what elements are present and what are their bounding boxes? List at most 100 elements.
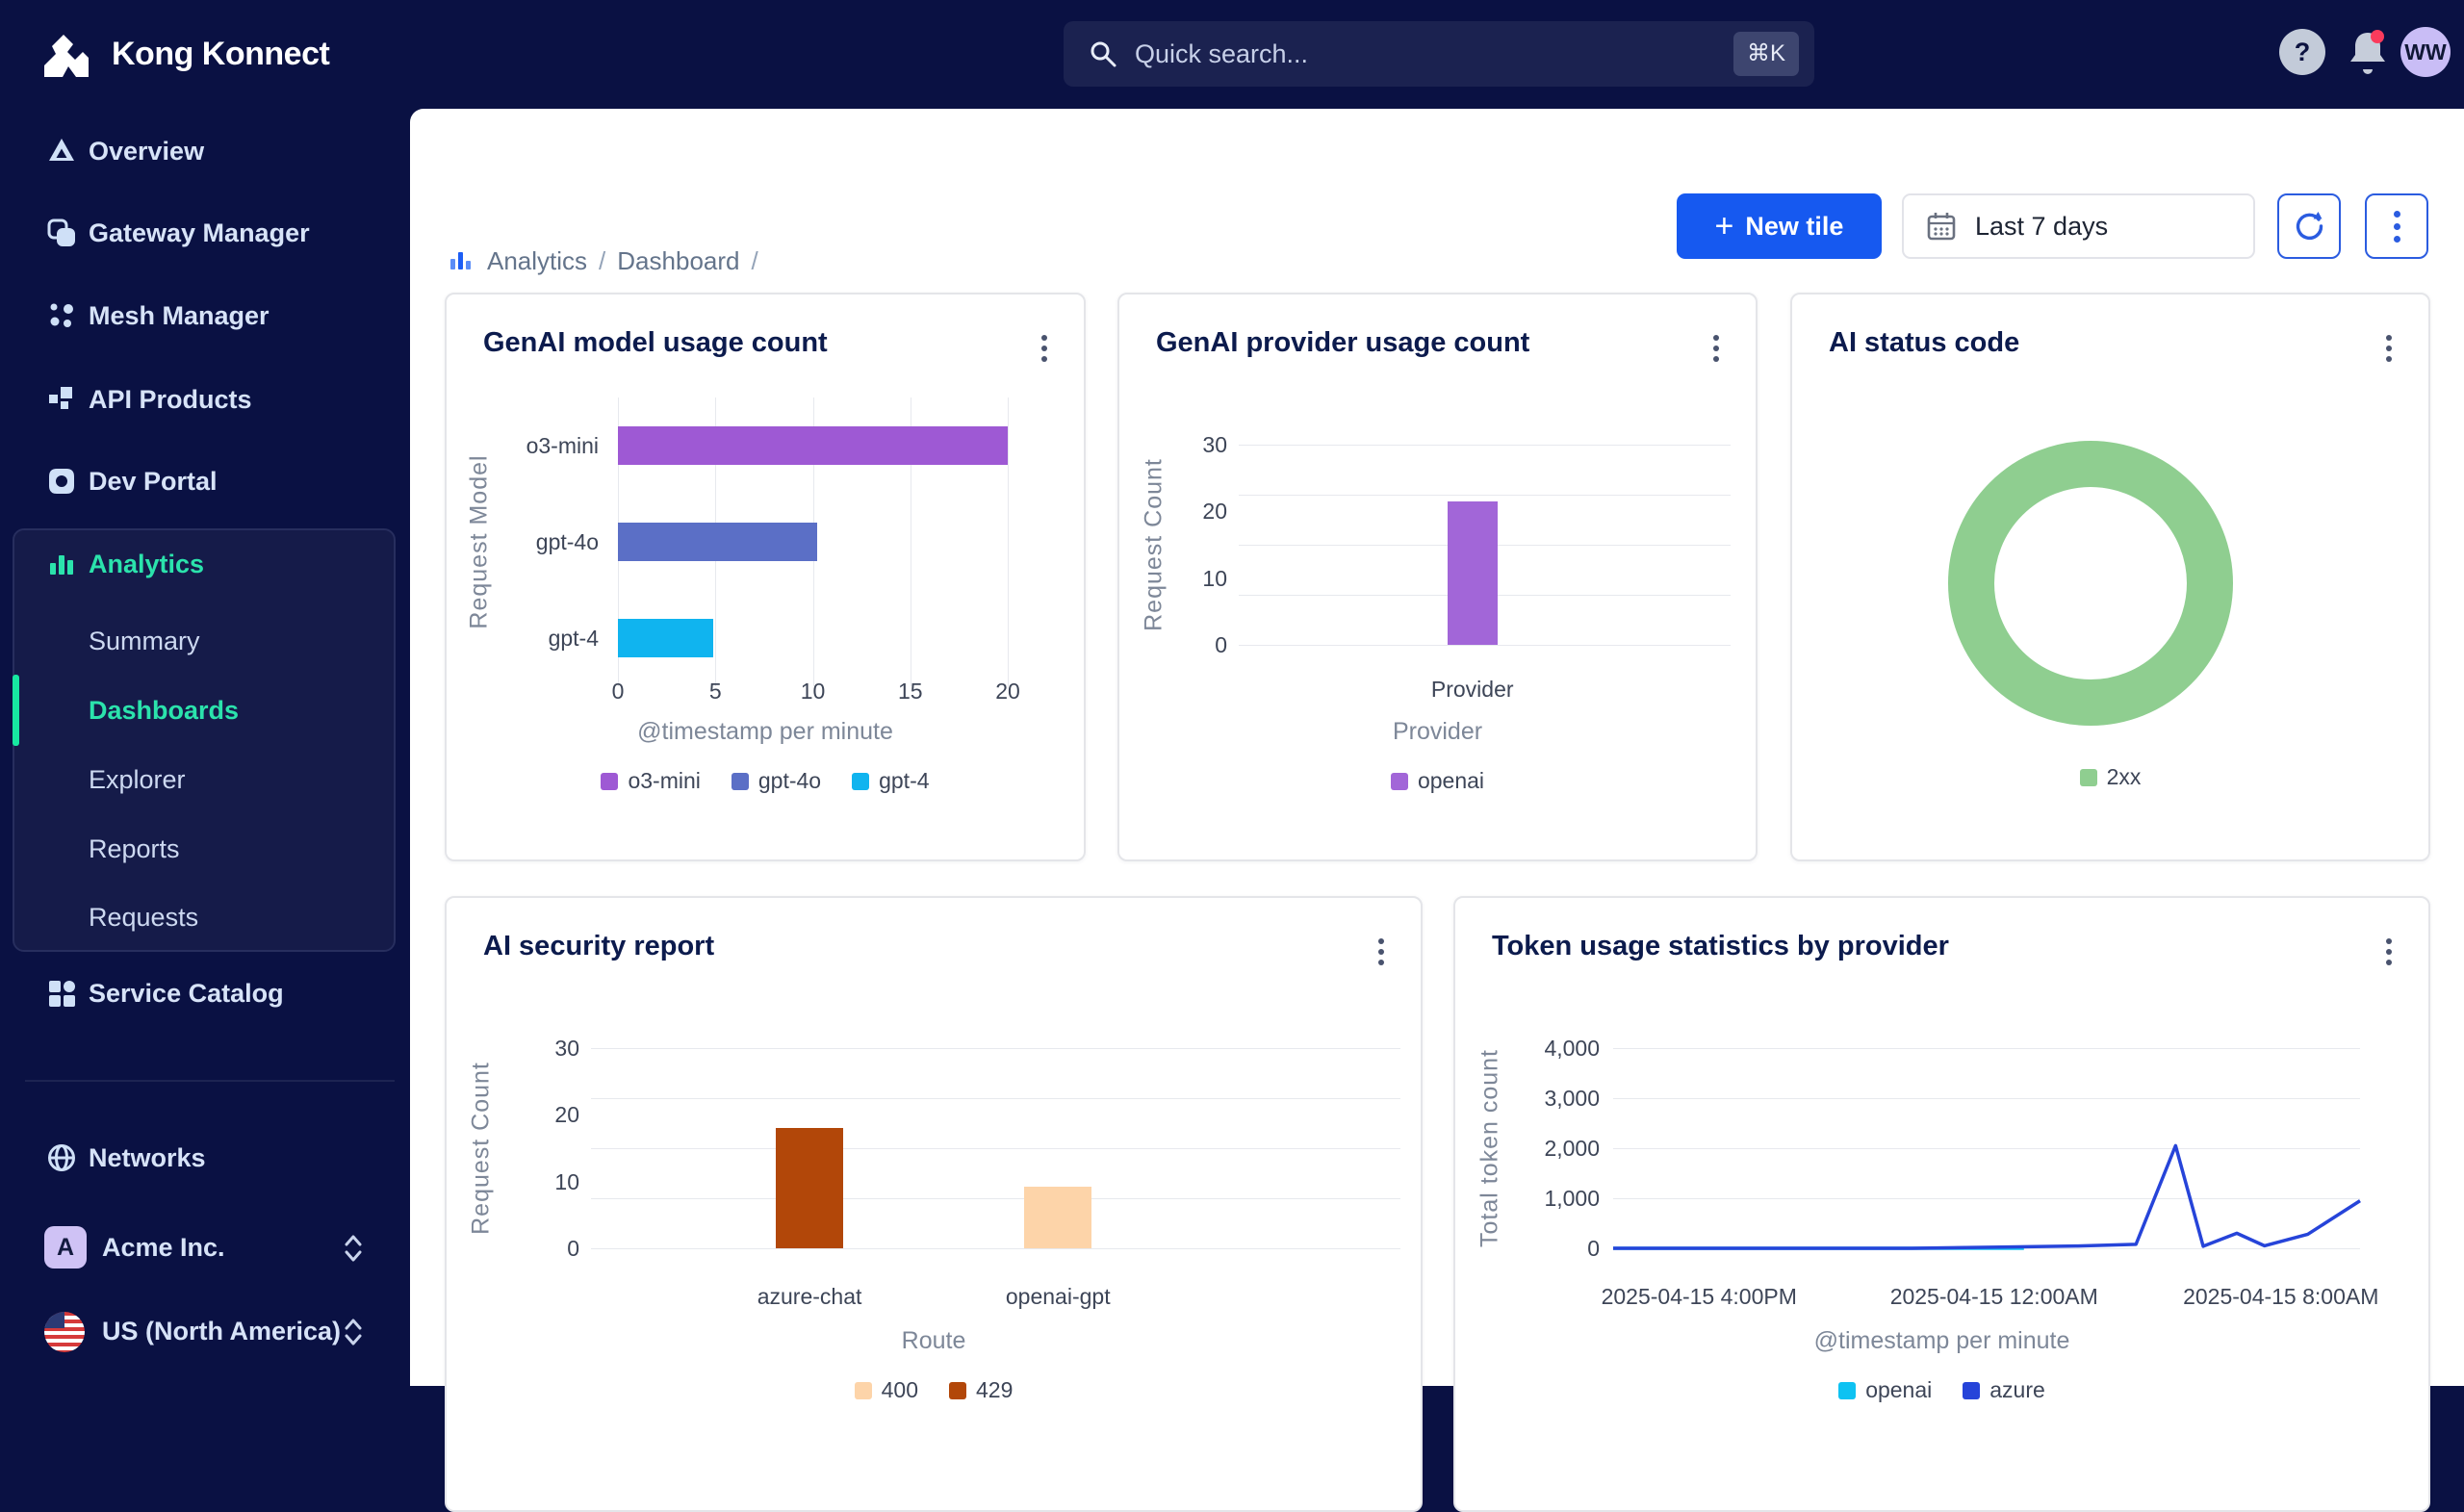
notifications-bell-icon[interactable]: [2345, 27, 2391, 77]
x-tick-label: 15: [897, 679, 923, 704]
chart-legend: 2xx: [1792, 764, 2428, 790]
card-ai-status-code: AI status code 2xx: [1790, 293, 2430, 861]
refresh-button[interactable]: [2277, 193, 2341, 259]
legend-swatch: [949, 1381, 966, 1399]
sidebar-divider: [25, 1080, 395, 1082]
x-tick-label: 0: [611, 679, 625, 704]
chart-ai-security-report: 30 20 10 0 azure-chat openai-gpt Request Count…: [447, 898, 1421, 1510]
sidebar-item-dev-portal[interactable]: Dev Portal: [0, 452, 410, 510]
sidebar-subitem-explorer[interactable]: Explorer: [0, 753, 410, 807]
gridline: [591, 1098, 1400, 1099]
bar-o3-mini: [618, 426, 1008, 465]
y-axis-title: Request Count: [1140, 458, 1168, 631]
chart-legend: openai azure: [1455, 1377, 2428, 1403]
brand-name[interactable]: Kong Konnect: [112, 29, 330, 79]
y-axis-title: Request Model: [465, 454, 493, 629]
bar-Provider: [1447, 500, 1498, 645]
bar-openai-gpt: [1024, 1186, 1092, 1248]
gridline: [1239, 495, 1731, 496]
card-genai-provider-usage: GenAI provider usage count 30 20 10 0 Provid…: [1117, 293, 1758, 861]
legend-item[interactable]: gpt-4o: [731, 768, 821, 794]
breadcrumb-separator: /: [599, 245, 606, 275]
mesh-icon: [50, 303, 73, 327]
y-tick-label: 0: [567, 1236, 579, 1261]
breadcrumb-analytics[interactable]: Analytics: [487, 246, 587, 276]
kong-gorilla-logo-icon[interactable]: [35, 23, 96, 85]
quick-search-bar[interactable]: ⌘K: [1064, 21, 1814, 87]
search-icon: [1091, 41, 1116, 67]
chart-legend: openai: [1119, 768, 1756, 794]
legend-item[interactable]: openai: [1390, 768, 1484, 794]
donut-ring: [1948, 441, 2233, 726]
sidebar-item-analytics[interactable]: Analytics: [0, 535, 410, 593]
refresh-icon: [2296, 212, 2323, 241]
legend-item[interactable]: 429: [949, 1377, 1013, 1403]
chart-ai-status-code: 2xx: [1792, 295, 2428, 859]
legend-label: gpt-4: [879, 768, 930, 793]
legend-item[interactable]: gpt-4: [852, 768, 930, 794]
legend-label: 2xx: [2106, 764, 2142, 789]
y-tick-label: 10: [1202, 565, 1227, 591]
dashboard-menu-button[interactable]: [2365, 193, 2428, 259]
breadcrumb-dashboard[interactable]: Dashboard: [617, 246, 739, 276]
region-switcher[interactable]: US (North America): [0, 1302, 410, 1360]
legend-item[interactable]: o3-mini: [601, 768, 701, 794]
bar-chart-icon: [50, 555, 73, 575]
notification-dot: [2371, 30, 2384, 43]
legend-item[interactable]: 400: [854, 1377, 918, 1403]
y-tick-label: 0: [1215, 632, 1227, 657]
sidebar-subitem-summary[interactable]: Summary: [0, 614, 410, 668]
x-axis-title: Provider: [1392, 718, 1483, 745]
chevron-sort-icon: [345, 1235, 362, 1262]
sidebar-item-overview[interactable]: Overview: [0, 122, 410, 180]
search-input[interactable]: [1133, 38, 1733, 70]
bar-gpt-4o: [618, 523, 817, 561]
x-tick-label: 2025-04-15 8:00AM: [2183, 1284, 2379, 1309]
date-range-picker[interactable]: Last 7 days: [1902, 193, 2255, 259]
card-genai-model-usage: GenAI model usage count 0 5 10 15 20 o3-mini g…: [445, 293, 1086, 861]
sidebar-subitem-requests[interactable]: Requests: [0, 890, 410, 944]
y-axis-title: Request Count: [467, 1062, 495, 1235]
sidebar-item-service-catalog[interactable]: Service Catalog: [0, 964, 410, 1022]
breadcrumb: Analytics / Dashboard /: [449, 243, 770, 278]
legend-swatch: [1390, 772, 1408, 790]
service-catalog-icon: [49, 981, 75, 1007]
org-switcher[interactable]: A Acme Inc.: [0, 1218, 410, 1276]
org-avatar: A: [44, 1226, 87, 1269]
sidebar-item-gateway-manager[interactable]: Gateway Manager: [0, 204, 410, 262]
bar-azure-chat: [776, 1128, 844, 1248]
calendar-icon: [1927, 213, 1956, 241]
help-button[interactable]: ?: [2279, 29, 2325, 75]
legend-swatch: [1963, 1381, 1981, 1399]
legend-item[interactable]: openai: [1838, 1377, 1932, 1403]
dev-portal-icon: [49, 469, 74, 494]
legend-label: o3-mini: [628, 768, 701, 793]
legend-swatch: [1838, 1381, 1857, 1399]
gridline: [591, 1148, 1400, 1149]
sidebar-subitem-reports[interactable]: Reports: [0, 822, 410, 876]
user-avatar[interactable]: WW: [2400, 27, 2451, 77]
sidebar-subitem-dashboards[interactable]: Dashboards: [0, 683, 410, 737]
y-tick-label: 30: [1202, 432, 1227, 457]
y-axis-title: Total token count: [1476, 1048, 1503, 1248]
kebab-icon: [2393, 210, 2400, 243]
sidebar-item-mesh-manager[interactable]: Mesh Manager: [0, 287, 410, 345]
chart-legend: o3-mini gpt-4o gpt-4: [447, 768, 1084, 794]
legend-label: azure: [1989, 1377, 2045, 1402]
new-tile-button[interactable]: + New tile: [1677, 193, 1882, 259]
chart-genai-model-usage: 0 5 10 15 20 o3-mini gpt-4o gpt-4 Request Model @…: [447, 295, 1084, 859]
api-products-icon: [49, 387, 72, 409]
chart-legend: 400 429: [447, 1377, 1421, 1403]
card-ai-security-report: AI security report 30 20 10 0 azure-chat open…: [445, 896, 1423, 1512]
legend-label: openai: [1865, 1377, 1933, 1402]
y-tick-label: 20: [1202, 499, 1227, 525]
sidebar-item-api-products[interactable]: API Products: [0, 371, 410, 428]
gridline: [591, 1248, 1400, 1249]
legend-item[interactable]: azure: [1963, 1377, 2045, 1403]
legend-item[interactable]: 2xx: [2079, 764, 2142, 790]
bar-gpt-4: [618, 619, 714, 657]
y-tick-label: 30: [554, 1036, 579, 1061]
sidebar-item-networks[interactable]: Networks: [0, 1129, 410, 1187]
legend-label: 429: [976, 1377, 1014, 1402]
gridline: [591, 1198, 1400, 1199]
